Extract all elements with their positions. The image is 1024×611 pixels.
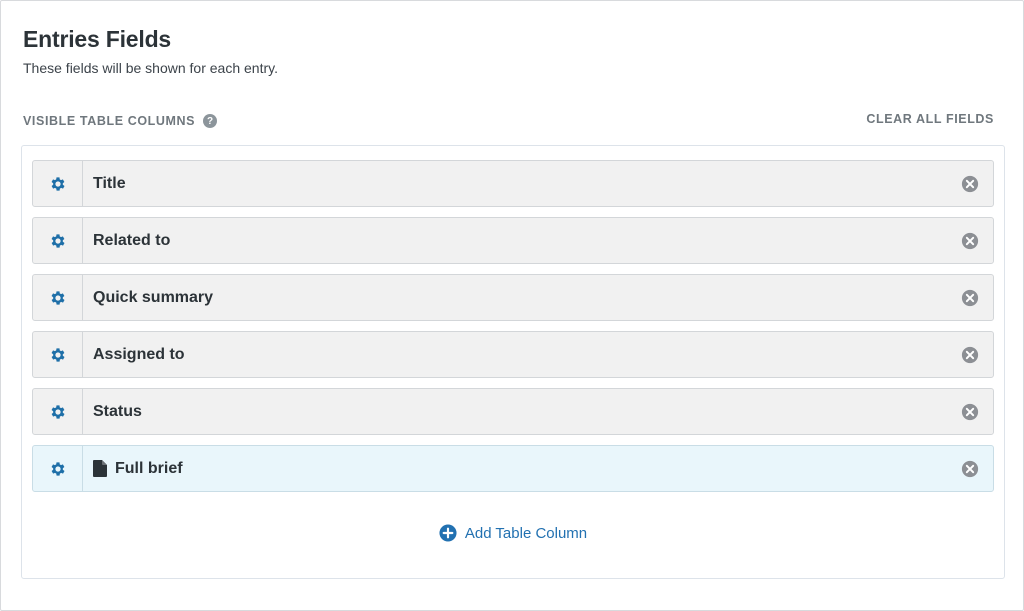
column-label: Status <box>93 402 142 420</box>
gear-icon <box>51 461 65 476</box>
remove-column-icon[interactable] <box>961 460 979 478</box>
section-label: VISIBLE TABLE COLUMNS ? <box>23 114 218 128</box>
column-row-full-brief[interactable]: Full brief <box>32 445 994 492</box>
column-label: Title <box>93 174 126 192</box>
document-icon <box>93 460 107 477</box>
remove-column-icon[interactable] <box>961 289 979 307</box>
plus-circle-icon <box>439 524 457 542</box>
clear-all-fields-button[interactable]: CLEAR ALL FIELDS <box>866 112 994 126</box>
column-settings-button[interactable] <box>33 275 83 320</box>
section-label-text: VISIBLE TABLE COLUMNS <box>23 114 196 128</box>
column-label: Related to <box>93 231 171 249</box>
add-table-column-label: Add Table Column <box>464 524 588 542</box>
column-row-title[interactable]: Title <box>32 160 994 207</box>
gear-icon <box>51 233 65 248</box>
column-settings-button[interactable] <box>33 446 83 491</box>
remove-column-icon[interactable] <box>961 403 979 421</box>
column-settings-button[interactable] <box>33 161 83 206</box>
columns-panel: Title Related to Quick summary Assigned … <box>21 145 1005 579</box>
column-label: Assigned to <box>93 345 185 363</box>
gear-icon <box>51 290 65 305</box>
column-row-quick-summary[interactable]: Quick summary <box>32 274 994 321</box>
column-row-assigned-to[interactable]: Assigned to <box>32 331 994 378</box>
column-label-text: Full brief <box>115 459 183 477</box>
gear-icon <box>51 347 65 362</box>
column-row-related-to[interactable]: Related to <box>32 217 994 264</box>
column-settings-button[interactable] <box>33 332 83 377</box>
add-table-column-button[interactable]: Add Table Column <box>22 524 1004 542</box>
column-label: Quick summary <box>93 288 214 306</box>
gear-icon <box>51 176 65 191</box>
page-subtitle: These fields will be shown for each entr… <box>23 60 278 76</box>
column-settings-button[interactable] <box>33 389 83 434</box>
gear-icon <box>51 404 65 419</box>
question-circle-icon[interactable]: ? <box>203 114 218 128</box>
column-row-status[interactable]: Status <box>32 388 994 435</box>
remove-column-icon[interactable] <box>961 232 979 250</box>
remove-column-icon[interactable] <box>961 346 979 364</box>
remove-column-icon[interactable] <box>961 175 979 193</box>
column-settings-button[interactable] <box>33 218 83 263</box>
columns-list: Title Related to Quick summary Assigned … <box>32 160 994 502</box>
column-label: Full brief <box>93 460 183 478</box>
entries-fields-card: Entries Fields These fields will be show… <box>0 0 1024 611</box>
page-title: Entries Fields <box>23 26 172 52</box>
